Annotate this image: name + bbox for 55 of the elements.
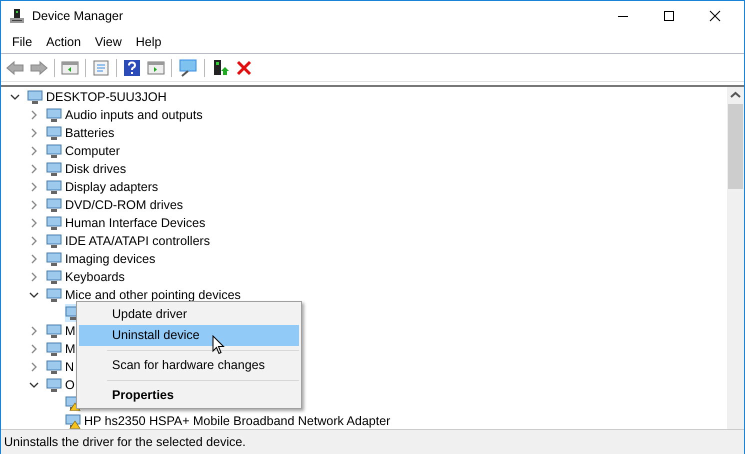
forward-arrow-icon[interactable] <box>30 60 48 76</box>
status-text: Uninstalls the driver for the selected device. <box>4 435 246 449</box>
tree-item[interactable]: M <box>46 340 78 358</box>
tree-item[interactable]: Computer <box>46 142 123 160</box>
device-icon <box>46 215 62 231</box>
tree-item[interactable]: M <box>46 322 78 340</box>
device-icon <box>46 359 62 375</box>
scroll-thumb[interactable] <box>728 104 743 189</box>
device-icon <box>46 197 62 213</box>
context-menu-item[interactable]: Properties <box>79 385 299 406</box>
tree-item[interactable]: Disk drives <box>46 160 130 178</box>
device-icon <box>46 107 62 123</box>
tree-item[interactable]: HP hs2350 HSPA+ Mobile Broadband Network Adapter <box>65 412 394 430</box>
device-icon <box>46 377 62 393</box>
device-icon <box>46 233 62 249</box>
tree-item[interactable]: IDE ATA/ATAPI controllers <box>46 232 213 250</box>
menu-item[interactable]: View <box>88 35 129 49</box>
window-panel-icon[interactable] <box>61 60 79 76</box>
monitor-search-icon[interactable] <box>178 58 198 76</box>
device-update-icon[interactable] <box>211 58 229 76</box>
computer-icon <box>9 8 25 24</box>
device-icon <box>27 89 43 105</box>
tree-item[interactable]: O <box>46 376 78 394</box>
device-icon <box>46 143 62 159</box>
context-menu-item[interactable]: Scan for hardware changes <box>79 355 299 376</box>
tree-item[interactable]: Mice and other pointing devices <box>46 286 244 304</box>
tree-item[interactable]: Human Interface Devices <box>46 214 208 232</box>
device-icon <box>46 323 62 339</box>
scrollbar[interactable] <box>727 87 744 429</box>
tree-item[interactable]: Keyboards <box>46 268 128 286</box>
tree-item[interactable]: DVD/CD-ROM drives <box>46 196 186 214</box>
window-panel-icon[interactable] <box>147 60 165 76</box>
cursor-icon <box>212 335 225 355</box>
device-icon <box>46 251 62 267</box>
device-icon <box>46 341 62 357</box>
device-icon <box>46 125 62 141</box>
tree-item[interactable]: Imaging devices <box>46 250 158 268</box>
device-icon <box>46 161 62 177</box>
tree-item[interactable]: Audio inputs and outputs <box>46 106 206 124</box>
device-icon <box>46 269 62 285</box>
device-icon <box>46 287 62 303</box>
menu-item[interactable]: Action <box>39 35 88 49</box>
menu-item[interactable]: Help <box>128 35 168 49</box>
tree-item[interactable]: Batteries <box>46 124 118 142</box>
tree-item[interactable]: N <box>46 358 78 376</box>
context-menu-item[interactable]: Update driver <box>79 304 299 325</box>
window-title: Device Manager <box>32 9 124 23</box>
tree-item[interactable]: DESKTOP-5UU3JOH <box>27 88 170 106</box>
device-icon <box>46 179 62 195</box>
help-icon[interactable] <box>123 58 141 76</box>
back-arrow-icon[interactable] <box>6 60 24 76</box>
context-menu-item[interactable]: Uninstall device <box>79 325 299 346</box>
tree-item[interactable]: Display adapters <box>46 178 162 196</box>
document-icon[interactable] <box>92 60 110 76</box>
menu-item[interactable]: File <box>5 35 40 49</box>
